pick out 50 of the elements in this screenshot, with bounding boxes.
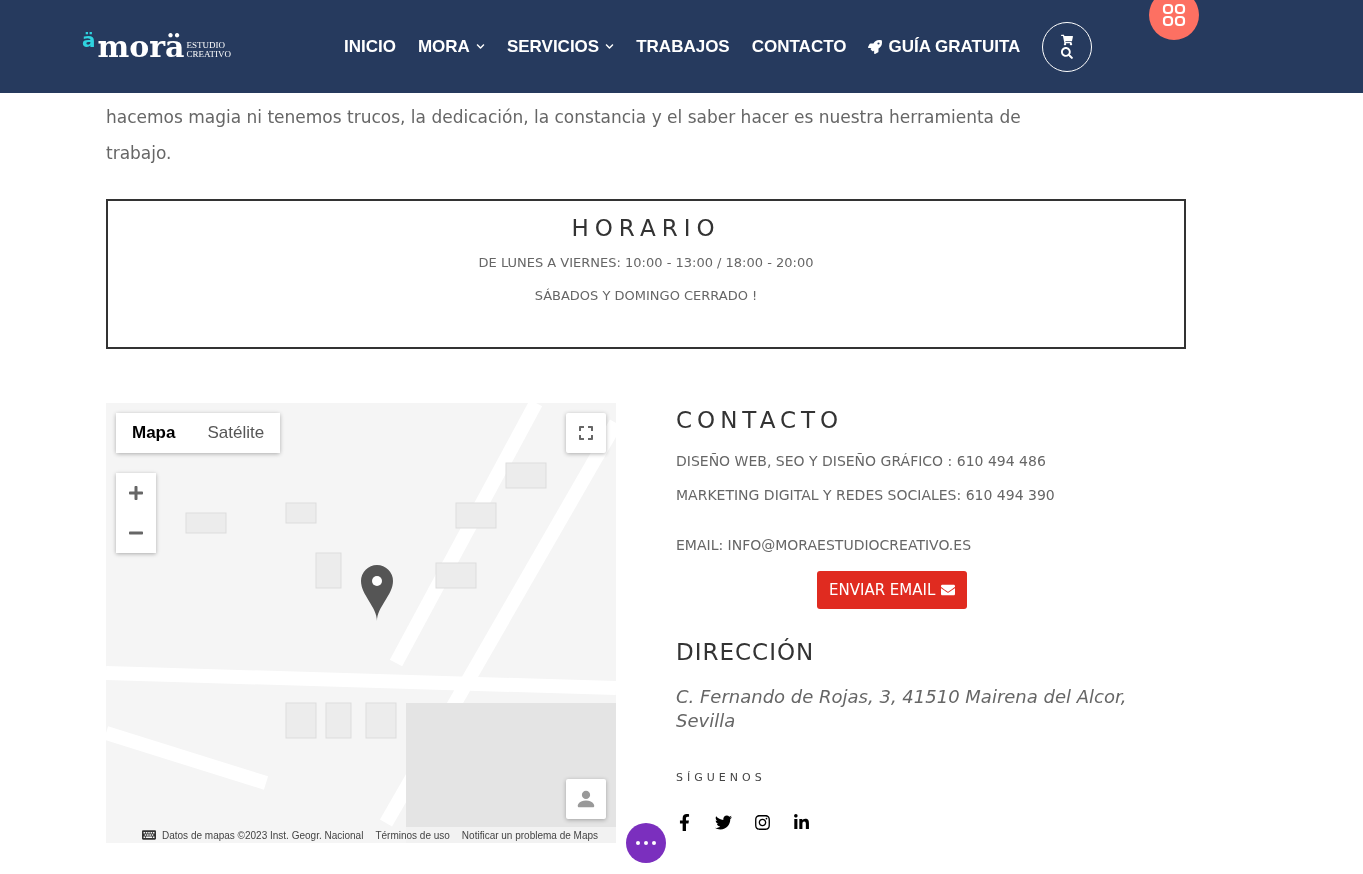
intro-paragraph: hacemos magia ni tenemos trucos, la dedicación, la constancia y el saber hacer es nuestra herramienta de trabajo.	[106, 106, 1022, 165]
send-email-button[interactable]: ENVIAR EMAIL	[817, 571, 968, 609]
nav-link[interactable]: CONTACTO	[751, 36, 847, 57]
email-line: EMAIL: INFO@MORAESTUDIOCREATIVO.ES	[676, 537, 973, 553]
chevron-down-icon	[605, 42, 615, 51]
schedule-title: HORARIO	[571, 215, 721, 241]
map-footer-link[interactable]: Términos de uso	[369, 829, 456, 841]
zoom-in-button[interactable]	[116, 473, 156, 513]
logo-tagline: CREATIVO	[186, 49, 231, 59]
social-link[interactable]	[793, 814, 810, 831]
nav-link[interactable]: GUÍA GRATUITA	[868, 36, 1021, 57]
map-type-tab[interactable]: Satélite	[191, 413, 281, 453]
schedule-line: SÁBADOS Y DOMINGO CERRADO !	[534, 288, 758, 303]
address-text: C. Fernando de Rojas, 3, 41510 Mairena del Alcor, Sevilla	[676, 685, 1128, 733]
follow-title: SÍGUENOS	[676, 771, 767, 784]
fullscreen-icon	[578, 425, 594, 441]
nav-link[interactable]: TRABAJOS	[636, 36, 730, 57]
social-link[interactable]	[754, 814, 771, 831]
pegman-button[interactable]	[566, 779, 606, 819]
social-link[interactable]	[715, 814, 732, 831]
contact-title: CONTACTO	[676, 407, 845, 433]
plus-icon	[128, 485, 144, 501]
instagram-icon	[754, 814, 771, 831]
map-footer-link[interactable]: Notificar un problema de Maps	[455, 829, 605, 841]
nav-link[interactable]: SERVICIOS	[506, 36, 615, 57]
search-icon	[1061, 47, 1074, 59]
more-button[interactable]	[626, 823, 666, 863]
nav-link[interactable]: MORA	[417, 36, 485, 57]
nav-link[interactable]: INICIO	[344, 36, 396, 57]
grid-button[interactable]	[1149, 0, 1199, 40]
envelope-icon	[941, 583, 956, 597]
phone-line: MARKETING DIGITAL Y REDES SOCIALES: 610 494 390	[676, 487, 1056, 503]
cart-icon	[1061, 34, 1074, 46]
twitter-icon	[715, 814, 732, 831]
dots-icon	[636, 841, 656, 845]
logo-mark: ä	[82, 27, 96, 52]
keyboard-icon[interactable]	[142, 828, 156, 842]
fullscreen-button[interactable]	[566, 413, 606, 453]
map-type-tab[interactable]: Mapa	[116, 413, 192, 453]
map-footer-link[interactable]: Datos de mapas ©2023 Inst. Geogr. Nacional	[156, 829, 370, 841]
schedule-line: DE LUNES A VIERNES: 10:00 - 13:00 / 18:00 - 20:00	[478, 255, 814, 270]
chevron-down-icon	[475, 42, 485, 51]
address-title: DIRECCIÓN	[676, 639, 816, 665]
person-icon	[575, 788, 597, 810]
phone-line: DISEÑO WEB, SEO Y DISEÑO GRÁFICO : 610 494 486	[676, 453, 1047, 469]
logo-tagline: ESTUDIO	[186, 40, 226, 50]
rocket-icon	[868, 39, 883, 54]
linkedin-icon	[793, 814, 810, 831]
grid-icon	[1162, 3, 1186, 27]
logo-name[interactable]: morä	[97, 31, 185, 62]
